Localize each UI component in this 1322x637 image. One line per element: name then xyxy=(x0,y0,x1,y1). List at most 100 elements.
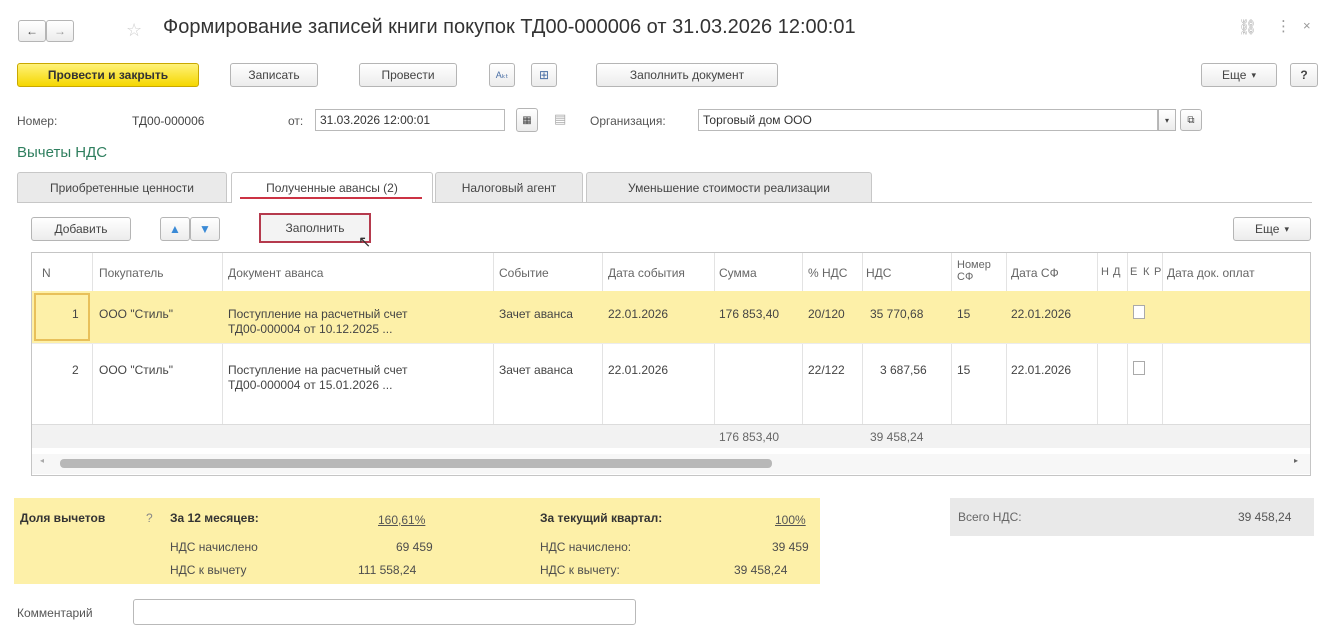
share-help-icon[interactable]: ? xyxy=(146,511,153,525)
row-event: Зачет аванса xyxy=(499,307,573,321)
col-separator xyxy=(92,253,93,448)
tab-acquired-values[interactable]: Приобретенные ценности xyxy=(17,172,227,202)
chevron-down-icon: ▾ xyxy=(1284,223,1289,234)
col-sf-number[interactable]: Номер СФ xyxy=(957,259,991,283)
col-separator xyxy=(1162,253,1163,448)
move-up-button[interactable]: ▲ xyxy=(160,217,190,241)
table-row-current-cell xyxy=(34,293,90,341)
organization-dropdown-button[interactable]: ▾ xyxy=(1158,109,1176,131)
months12-value[interactable]: 160,61% xyxy=(378,513,425,527)
quarter-value[interactable]: 100% xyxy=(775,513,806,527)
table-row[interactable] xyxy=(32,291,1310,343)
row-vat: 3 687,56 xyxy=(880,363,927,377)
organization-open-button[interactable]: ⧉ xyxy=(1180,109,1202,131)
col-payment-date[interactable]: Дата док. оплат xyxy=(1167,266,1309,280)
row-doc-line1: Поступление на расчетный счет xyxy=(228,363,408,377)
col-separator xyxy=(802,253,803,448)
col-event-date[interactable]: Дата события xyxy=(608,266,685,280)
organization-field[interactable]: Торговый дом ООО xyxy=(698,109,1158,131)
col-separator xyxy=(1097,253,1098,448)
chevron-down-icon: ▾ xyxy=(1164,115,1169,125)
row-checkbox[interactable] xyxy=(1133,305,1145,319)
col-separator xyxy=(602,253,603,448)
tab-tax-agent[interactable]: Налоговый агент xyxy=(435,172,583,202)
save-button[interactable]: Записать xyxy=(230,63,318,87)
scrollbar-thumb[interactable] xyxy=(60,459,772,468)
number-label: Номер: xyxy=(17,114,58,128)
date-field[interactable]: 31.03.2026 12:00:01 xyxy=(315,109,505,131)
q-deduct-value: 39 458,24 xyxy=(734,563,788,577)
comment-label: Комментарий xyxy=(17,606,93,620)
add-button[interactable]: Добавить xyxy=(31,217,131,241)
row-buyer: ООО "Стиль" xyxy=(99,307,173,321)
quarter-label: За текущий квартал: xyxy=(540,511,663,525)
col-separator xyxy=(1127,253,1128,448)
total-sum: 176 853,40 xyxy=(719,430,780,444)
arrow-up-icon: ▲ xyxy=(169,222,181,236)
col-r[interactable]: Р xyxy=(1154,266,1161,278)
help-button[interactable]: ? xyxy=(1290,63,1318,87)
row-doc-line2: ТД00-000004 от 15.01.2026 ... xyxy=(228,378,393,392)
row-vat-rate: 22/122 xyxy=(808,363,845,377)
back-button[interactable]: ← xyxy=(18,20,46,42)
col-buyer[interactable]: Покупатель xyxy=(99,266,163,280)
move-down-button[interactable]: ▼ xyxy=(190,217,220,241)
col-separator xyxy=(951,253,952,448)
q-deduct-label: НДС к вычету: xyxy=(540,563,620,577)
fill-document-button[interactable]: Заполнить документ xyxy=(596,63,778,87)
post-button[interactable]: Провести xyxy=(359,63,457,87)
row-vat: 35 770,68 xyxy=(870,307,924,321)
col-sf-date[interactable]: Дата СФ xyxy=(1011,266,1059,280)
row-doc-line2: ТД00-000004 от 10.12.2025 ... xyxy=(228,322,393,336)
tab-active-underline xyxy=(240,197,422,199)
document-icon[interactable]: ▤ xyxy=(554,111,566,127)
forward-button[interactable]: → xyxy=(46,20,74,42)
row-checkbox[interactable] xyxy=(1133,361,1145,375)
col-sum[interactable]: Сумма xyxy=(719,266,757,280)
col-event[interactable]: Событие xyxy=(499,266,549,280)
col-n[interactable]: N xyxy=(42,266,51,280)
more-menu-icon[interactable]: ⋮ xyxy=(1276,17,1291,35)
table-more-button[interactable]: Еще ▾ xyxy=(1233,217,1311,241)
number-value: ТД00-000006 xyxy=(132,114,205,128)
row-event: Зачет аванса xyxy=(499,363,573,377)
window-title: Формирование записей книги покупок ТД00-… xyxy=(163,16,856,38)
col-vat-rate[interactable]: % НДС xyxy=(808,266,847,280)
col-separator xyxy=(862,253,863,448)
comment-field[interactable] xyxy=(133,599,636,625)
tab-cost-reduction[interactable]: Уменьшение стоимости реализации xyxy=(586,172,872,202)
fill-button[interactable]: Заполнить xyxy=(259,213,371,243)
calendar-button[interactable]: ▦ xyxy=(516,108,538,132)
scroll-left-icon[interactable]: ◂ xyxy=(40,456,44,465)
row-sf-date: 22.01.2026 xyxy=(1011,307,1072,321)
total-vat-value: 39 458,24 xyxy=(1238,510,1292,524)
favorite-star-icon[interactable]: ☆ xyxy=(126,20,142,41)
dt-kt-button[interactable]: Aₖₜ xyxy=(489,63,515,87)
organization-label: Организация: xyxy=(590,114,666,128)
col-separator xyxy=(493,253,494,448)
col-separator xyxy=(222,253,223,448)
close-icon[interactable]: × xyxy=(1303,18,1311,33)
q-accrued-label: НДС начислено: xyxy=(540,540,632,554)
col-separator xyxy=(1006,253,1007,448)
col-advance-doc[interactable]: Документ аванса xyxy=(228,266,323,280)
post-and-close-button[interactable]: Провести и закрыть xyxy=(17,63,199,87)
share-label: Доля вычетов xyxy=(20,511,106,525)
row-event-date: 22.01.2026 xyxy=(608,307,669,321)
link-icon[interactable]: ⛓ xyxy=(1238,18,1257,36)
structure-button[interactable]: ⊞ xyxy=(531,63,557,87)
scroll-right-icon[interactable]: ▸ xyxy=(1294,456,1298,465)
col-d[interactable]: Д xyxy=(1113,266,1120,278)
row-vat-rate: 20/120 xyxy=(808,307,845,321)
col-e[interactable]: Е xyxy=(1130,266,1137,278)
more-button-label: Еще xyxy=(1222,68,1247,82)
structure-icon: ⊞ xyxy=(538,68,550,82)
col-k[interactable]: К xyxy=(1143,266,1149,278)
section-title: Вычеты НДС xyxy=(17,144,108,161)
deduct-value: 111 558,24 xyxy=(358,563,417,577)
col-separator xyxy=(714,253,715,448)
col-vat[interactable]: НДС xyxy=(866,266,891,280)
row-sum: 176 853,40 xyxy=(719,307,780,321)
col-h[interactable]: Н xyxy=(1101,266,1109,278)
more-button[interactable]: Еще ▾ xyxy=(1201,63,1277,87)
